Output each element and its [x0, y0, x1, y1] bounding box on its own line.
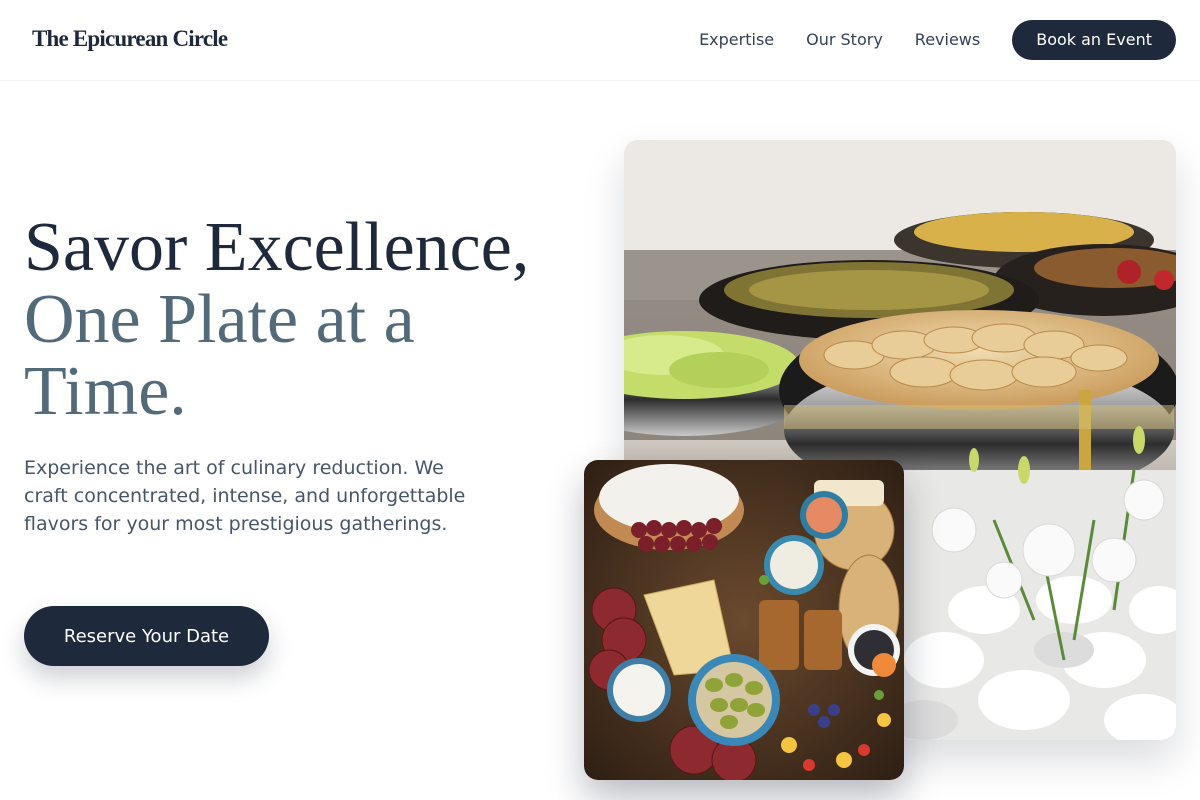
nav-link-reviews[interactable]: Reviews	[915, 20, 980, 60]
charcuterie-board-image	[584, 460, 904, 780]
main-nav: Expertise Our Story Reviews Book an Even…	[699, 20, 1176, 60]
hero-subtitle: Experience the art of culinary reduction…	[24, 457, 466, 535]
book-event-button[interactable]: Book an Event	[1012, 20, 1176, 60]
brand-logo[interactable]: The Epicurean Circle	[32, 26, 228, 52]
reserve-date-button[interactable]: Reserve Your Date	[24, 606, 269, 666]
nav-link-expertise[interactable]: Expertise	[699, 20, 774, 60]
hero-title: Savor Excellence, One Plate at a Time.	[24, 212, 584, 428]
site-header: The Epicurean Circle Expertise Our Story…	[0, 0, 1200, 81]
hero-title-line-1: Savor Excellence,	[24, 209, 530, 286]
hero-title-line-3: Time.	[24, 353, 187, 430]
nav-link-our-story[interactable]: Our Story	[806, 20, 883, 60]
hero-title-line-2: One Plate at a	[24, 281, 415, 358]
